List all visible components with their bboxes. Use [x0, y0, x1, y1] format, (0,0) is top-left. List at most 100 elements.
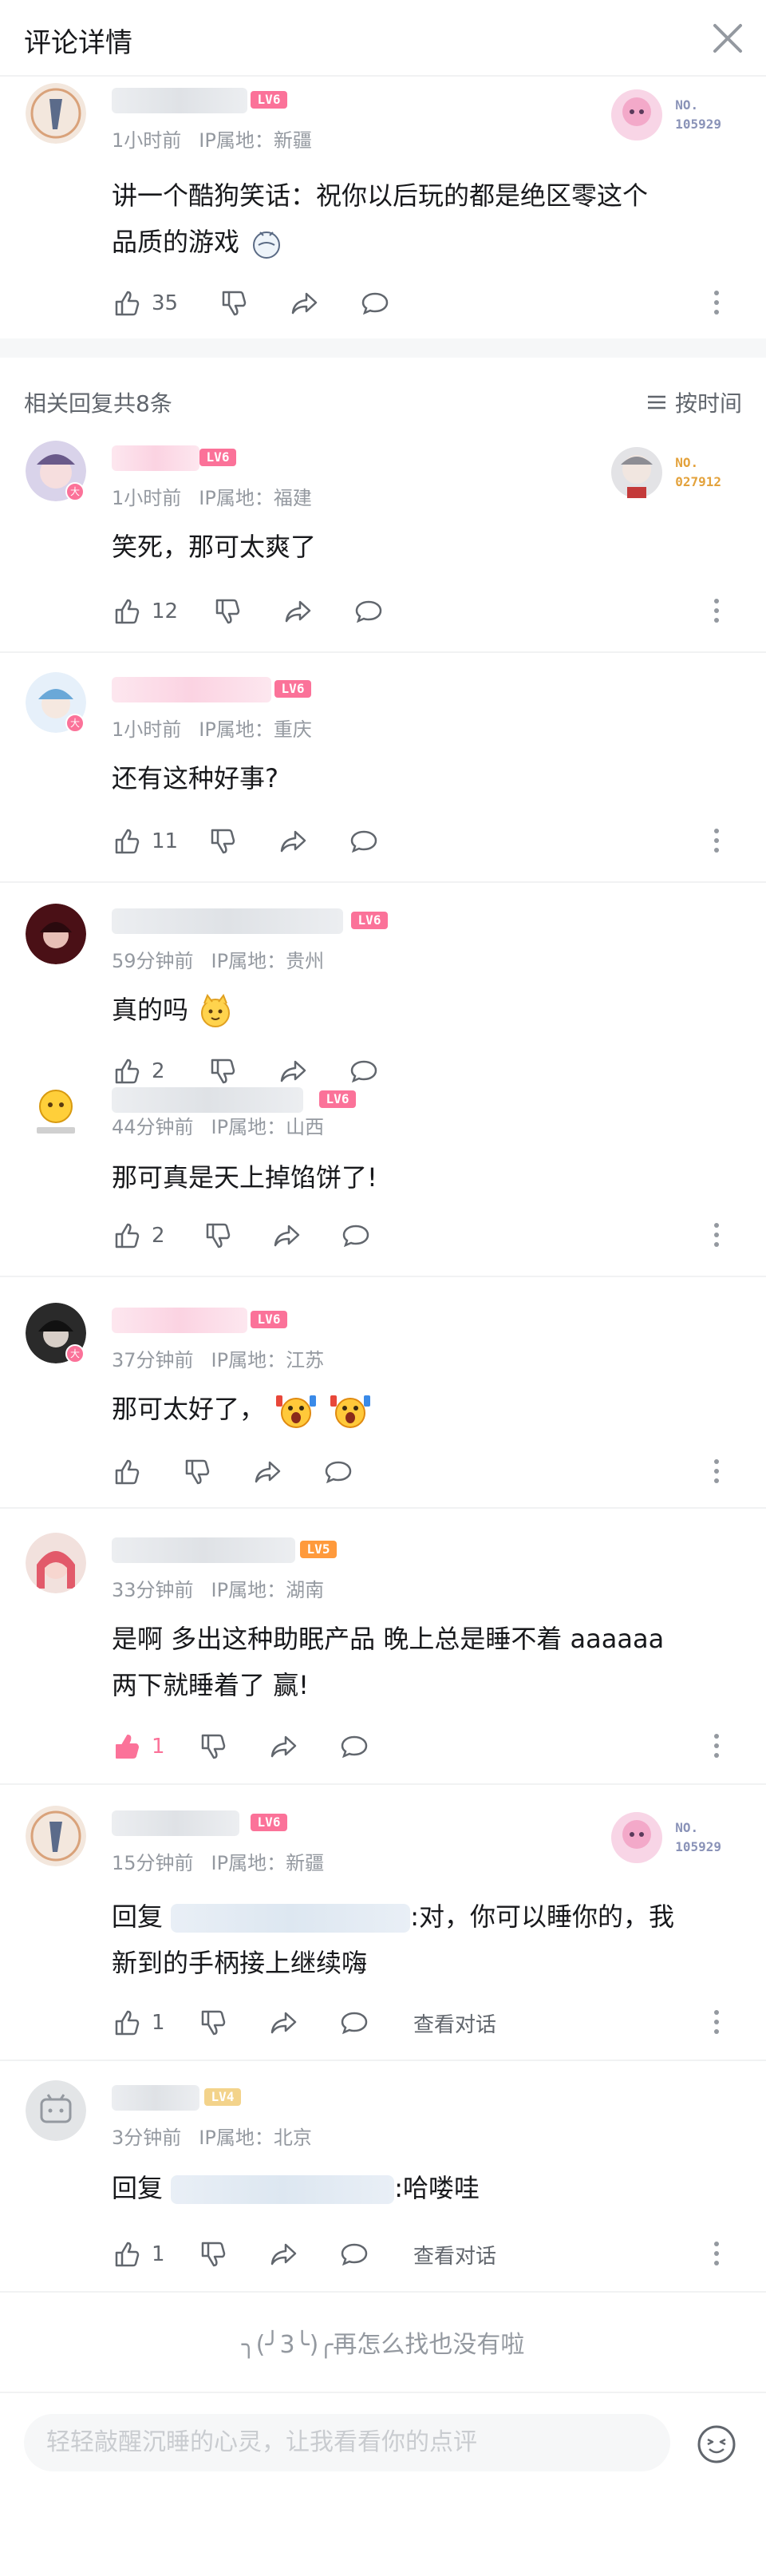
mentioned-user-blurred[interactable] — [171, 1904, 411, 1933]
avatar[interactable] — [26, 1806, 86, 1866]
username-blurred[interactable] — [112, 88, 247, 113]
dislike-button[interactable] — [198, 2005, 230, 2040]
action-bar: 1 查看对话 — [112, 2005, 750, 2040]
thumbs-down-icon — [201, 2010, 226, 2036]
more-menu-button[interactable] — [712, 291, 721, 316]
mentioned-user-blurred[interactable] — [171, 2175, 395, 2204]
like-button[interactable]: 2 — [112, 1218, 165, 1253]
comment-text: 那可太好了， — [112, 1386, 734, 1432]
username-blurred[interactable] — [112, 1308, 247, 1333]
username-blurred[interactable] — [112, 908, 343, 934]
action-bar: 1 查看对话 — [112, 2237, 750, 2272]
comment-text: 那可真是天上掉馅饼了! — [112, 1162, 377, 1193]
more-menu-button[interactable] — [712, 599, 721, 624]
cat-emoji-icon — [201, 993, 231, 1027]
dislike-button[interactable] — [198, 2237, 230, 2272]
username-blurred[interactable] — [112, 2085, 199, 2111]
more-menu-button[interactable] — [712, 1459, 721, 1485]
share-button[interactable] — [268, 2005, 300, 2040]
comment-bubble-icon — [355, 600, 382, 623]
share-button[interactable] — [252, 1454, 284, 1490]
thumbs-up-icon — [115, 1223, 140, 1248]
like-button[interactable]: 11 — [112, 824, 178, 859]
username-blurred[interactable] — [112, 677, 271, 702]
share-button[interactable] — [268, 1729, 300, 1764]
view-dialog-link[interactable]: 查看对话 — [413, 2240, 496, 2269]
close-icon[interactable] — [707, 18, 748, 59]
avatar[interactable] — [26, 83, 86, 144]
share-icon — [270, 2243, 297, 2265]
more-menu-button[interactable] — [712, 1223, 721, 1248]
more-menu-button[interactable] — [712, 2010, 721, 2036]
timestamp: 1小时前 — [112, 129, 182, 152]
sort-by-time-button[interactable]: 按时间 — [645, 386, 742, 418]
end-of-list-text: ╮(╯3╰)╭再怎么找也没有啦 — [241, 2331, 525, 2359]
divider — [0, 2291, 766, 2293]
like-button[interactable]: 35 — [112, 286, 178, 321]
reply-button[interactable] — [348, 824, 380, 859]
dislike-button[interactable] — [198, 1729, 230, 1764]
share-button[interactable] — [278, 824, 310, 859]
shocked-emoji-icon — [276, 1395, 317, 1428]
thumbs-up-filled-icon — [116, 1735, 139, 1759]
level-badge: LV6 — [274, 680, 311, 698]
thumbs-up-icon — [115, 291, 140, 316]
like-button-active[interactable]: 1 — [112, 1729, 165, 1764]
reply-button[interactable] — [338, 2005, 370, 2040]
reply-button[interactable] — [322, 1454, 354, 1490]
reply-prefix: 回复 — [112, 2173, 164, 2203]
dislike-button[interactable] — [212, 594, 244, 629]
username-blurred[interactable] — [112, 1810, 239, 1836]
thumbs-up-icon — [115, 2010, 140, 2036]
divider — [0, 1507, 766, 1509]
username-blurred[interactable] — [112, 445, 199, 471]
avatar[interactable] — [26, 1533, 86, 1593]
reply-button[interactable] — [340, 1218, 372, 1253]
reply-button[interactable] — [359, 286, 391, 321]
reply-item: 大 LV6 NO. 027912 1小时前 IP属地：福建 笑死，那可太爽了 12 — [0, 441, 766, 640]
dislike-button[interactable] — [219, 286, 251, 321]
comment-text: 是啊 多出这种助眠产品 晚上总是睡不着 aaaaaa 两下就睡着了 赢! — [112, 1624, 665, 1700]
like-button[interactable]: 12 — [112, 594, 178, 629]
like-button[interactable]: 1 — [112, 2005, 165, 2040]
share-button[interactable] — [282, 594, 314, 629]
dislike-button[interactable] — [207, 824, 239, 859]
share-button[interactable] — [289, 286, 321, 321]
avatar[interactable] — [26, 1082, 86, 1143]
reply-item: 大 LV6 1小时前 IP属地：重庆 还有这种好事? 11 — [0, 672, 766, 872]
reply-button[interactable] — [338, 2237, 370, 2272]
comment-input-bar: 轻轻敲醒沉睡的心灵，让我看看你的点评 — [0, 2392, 766, 2576]
share-icon — [285, 600, 311, 623]
reply-button[interactable] — [338, 1729, 370, 1764]
comment-text: 还有这种好事? — [112, 763, 278, 793]
reply-item: LV6 44分钟前 IP属地：山西 那可真是天上掉馅饼了! 2 — [0, 1082, 766, 1266]
vip-badge: 大 — [65, 714, 85, 733]
username-blurred[interactable] — [112, 1537, 295, 1563]
comment-bubble-icon — [341, 2012, 368, 2035]
dislike-button[interactable] — [182, 1454, 214, 1490]
like-button[interactable] — [112, 1454, 152, 1490]
section-separator — [0, 338, 766, 358]
like-button[interactable]: 1 — [112, 2237, 165, 2272]
more-menu-button[interactable] — [712, 1734, 721, 1759]
reply-prefix: 回复 — [112, 1901, 164, 1932]
reply-button[interactable] — [353, 594, 385, 629]
avatar[interactable] — [26, 2080, 86, 2141]
sort-icon — [647, 395, 665, 410]
view-dialog-link[interactable]: 查看对话 — [413, 2008, 496, 2038]
more-menu-button[interactable] — [712, 2242, 721, 2267]
comment-bubble-icon — [341, 1735, 368, 1759]
dislike-button[interactable] — [203, 1218, 235, 1253]
avatar[interactable] — [26, 904, 86, 964]
comment-bubble-icon — [350, 830, 377, 853]
thumbs-down-icon — [215, 599, 240, 624]
emoji-picker-icon[interactable] — [696, 2424, 737, 2465]
action-bar: 11 — [112, 824, 750, 859]
share-button[interactable] — [268, 2237, 300, 2272]
more-menu-button[interactable] — [712, 829, 721, 854]
comment-bubble-icon — [341, 2243, 368, 2266]
thumbs-up-icon — [115, 2242, 140, 2267]
username-blurred[interactable] — [112, 1087, 303, 1113]
share-button[interactable] — [271, 1218, 303, 1253]
comment-input[interactable]: 轻轻敲醒沉睡的心灵，让我看看你的点评 — [24, 2414, 670, 2471]
